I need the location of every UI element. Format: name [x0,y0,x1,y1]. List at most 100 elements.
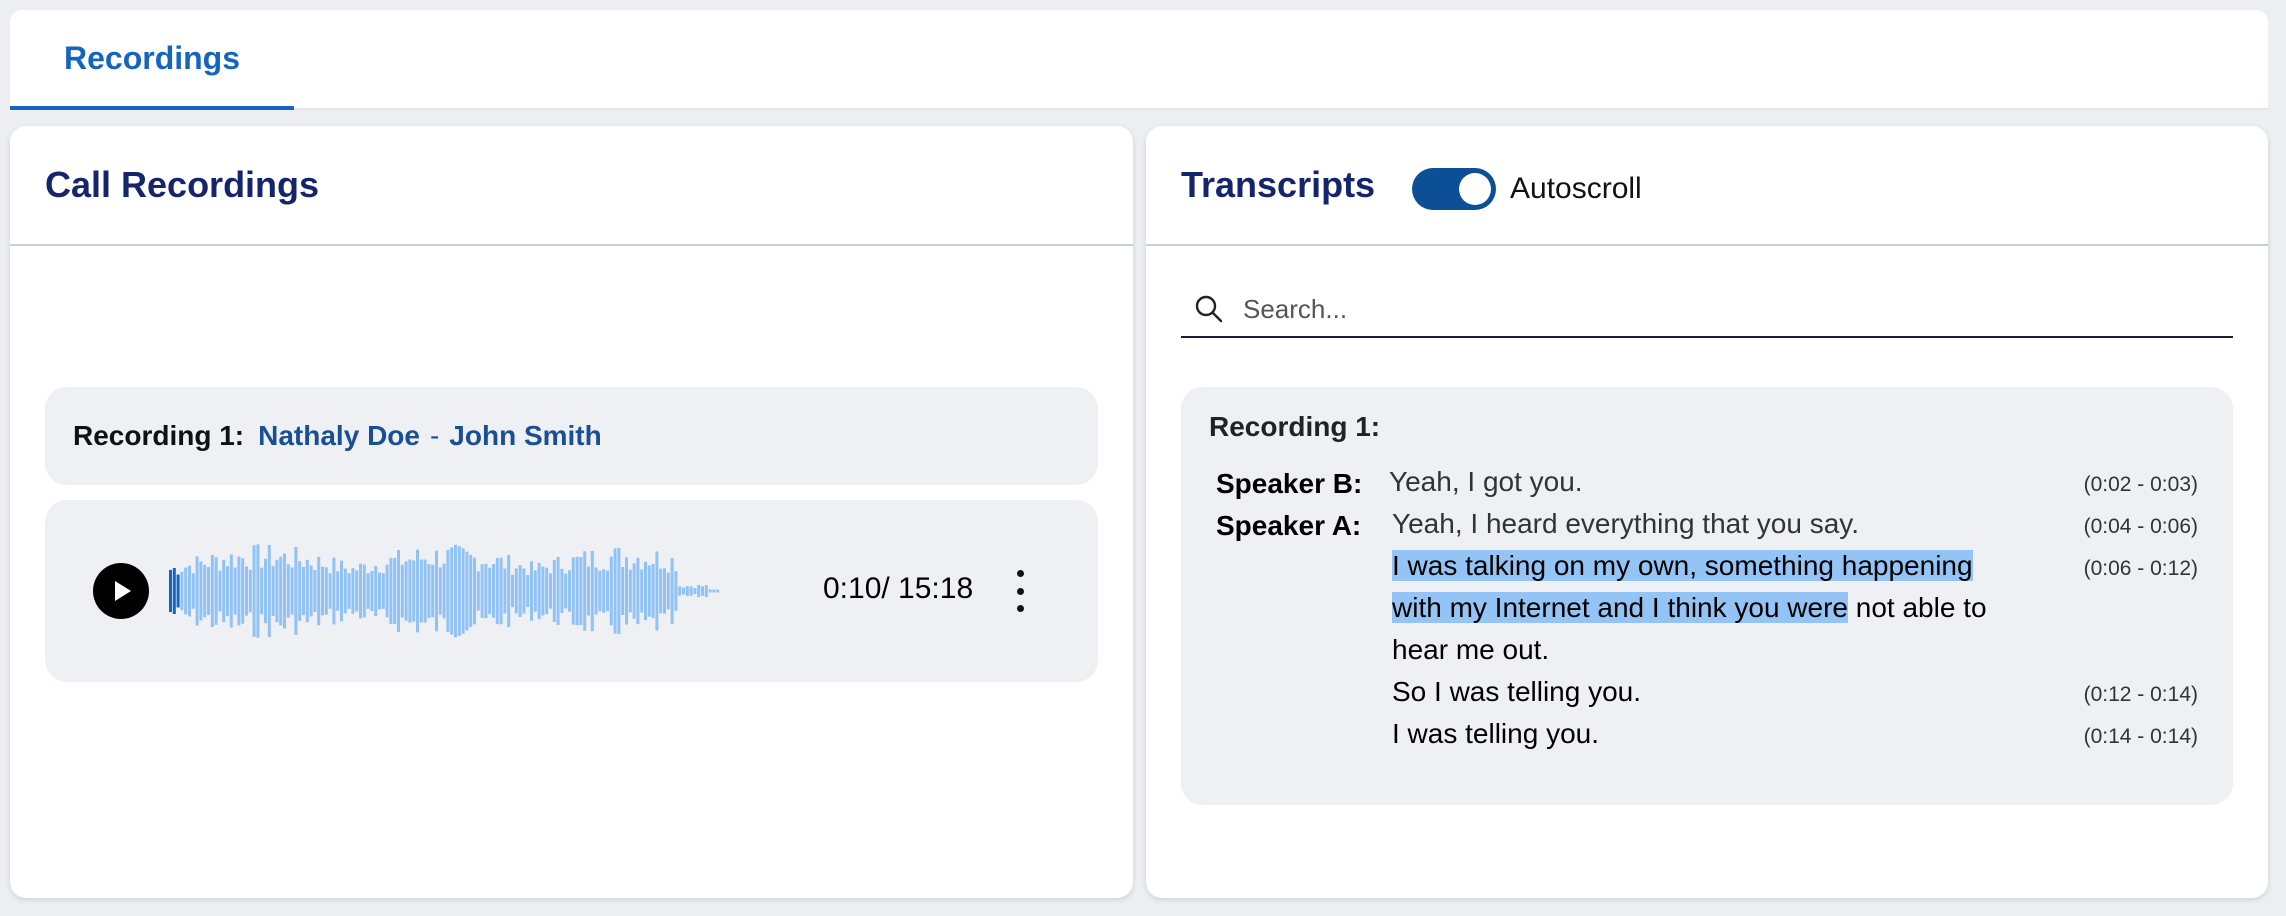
participant-a-link[interactable]: Nathaly Doe [258,420,420,452]
highlighted-text: I was talking on my own, something happe… [1392,550,1973,581]
waveform-bar [571,557,575,625]
waveform-bar [666,572,670,610]
transcript-line[interactable]: So I was telling you. [1392,671,1641,713]
waveform-bar [549,573,552,609]
play-icon [115,581,131,601]
waveform-bar [533,570,537,612]
waveform-bar [625,557,628,625]
waveform-bar [188,565,191,617]
waveform-bar [450,547,454,635]
search-input[interactable] [1237,293,2233,325]
waveform-bar [336,571,340,611]
waveform-bar [704,585,708,597]
transcript-line[interactable]: Yeah, I heard everything that you say. [1392,503,1859,545]
waveform-bar [435,550,438,632]
waveform-bar [347,573,351,609]
waveform-bar [340,560,343,622]
waveform-bar [537,562,541,620]
waveform-bar [343,568,347,614]
waveform-bar [389,557,393,625]
speaker-b-label: Speaker B: [1216,468,1363,499]
waveform-bar [321,566,324,616]
waveform-bar [393,558,397,624]
timestamp[interactable]: (0:12 - 0:14) [2084,683,2198,707]
waveform-bar [499,557,503,625]
time-display: 0:10/ 15:18 [823,572,974,605]
waveform-bar [503,568,507,614]
waveform-bar [362,564,366,618]
waveform-bar [176,574,180,608]
waveform-bar [663,568,666,614]
waveform-bar [180,571,184,611]
waveform-bar [495,557,499,625]
transcript-line[interactable]: I was telling you. [1392,713,1599,755]
waveform-bar [233,567,237,615]
call-recordings-title: Call Recordings [45,164,320,205]
transcript-box: Recording 1: Speaker B: Yeah, I got you.… [1181,387,2233,805]
search-icon [1181,281,1237,337]
waveform-bar [488,567,492,615]
waveform-bar [647,565,651,617]
waveform-bar [541,566,545,616]
waveform-bar [469,554,473,628]
waveform-bar [606,570,609,612]
waveform-bar [222,559,226,623]
waveform-bar [644,561,647,621]
more-options-button[interactable] [1005,566,1035,616]
participant-b-link[interactable]: John Smith [449,420,601,452]
waveform-bar [351,568,355,614]
recording-label: Recording 1: Nathaly Doe - John Smith [45,387,1098,485]
waveform-bar [275,559,279,623]
waveform-bar [260,567,264,615]
timestamp[interactable]: (0:14 - 0:14) [2084,725,2198,749]
waveform-bar [518,565,522,617]
waveform-bar [427,564,431,618]
waveform-bar [674,571,678,611]
waveform-bar [264,558,267,624]
waveform-bar [191,573,195,609]
waveform-bar [381,573,385,609]
audio-player: 0:10/ 15:18 [45,500,1098,682]
timestamp[interactable]: (0:04 - 0:06) [2084,515,2198,539]
transcript-line-highlighted-1[interactable]: I was talking on my own, something happe… [1392,545,1973,587]
timestamp[interactable]: (0:06 - 0:12) [2084,557,2198,581]
autoscroll-toggle[interactable] [1412,168,1496,210]
transcript-line[interactable]: Yeah, I got you. [1389,461,1583,503]
waveform-bar [564,573,568,609]
waveform-bar [366,573,370,609]
waveform-bar [400,564,404,618]
waveform-bar [716,589,720,593]
line-continuation: not able to [1848,592,1987,623]
waveform-bar [359,563,362,619]
waveform-bar [476,571,480,611]
waveform-bar [628,569,632,613]
waveform-bar [355,570,359,612]
waveform-bar [226,566,229,616]
waveform[interactable] [169,536,779,646]
toggle-knob [1459,173,1491,205]
transcript-line-highlighted-2[interactable]: with my Internet and I think you were no… [1392,587,1987,629]
waveform-bar [514,568,518,614]
waveform-bar [207,567,210,615]
waveform-bar [602,569,606,613]
timestamp[interactable]: (0:02 - 0:03) [2084,473,2198,497]
waveform-bar [708,589,712,593]
waveform-bar [484,563,488,619]
waveform-bar [279,556,283,626]
waveform-bar [271,565,275,617]
waveform-bar [465,551,469,631]
waveform-bar [378,572,381,610]
waveform-bar [575,556,579,626]
waveform-bar [579,557,583,625]
waveform-bar [374,565,378,617]
waveform-bar [530,561,533,621]
waveform-bar [632,563,636,619]
waveform-bar [370,570,374,612]
play-button[interactable] [93,563,149,619]
waveform-bar [670,558,674,624]
waveform-bar [290,567,294,615]
transcript-line[interactable]: hear me out. [1392,629,1549,671]
tab-recordings[interactable]: Recordings [10,10,294,110]
more-vertical-icon [1016,570,1024,577]
waveform-bar [199,561,203,621]
